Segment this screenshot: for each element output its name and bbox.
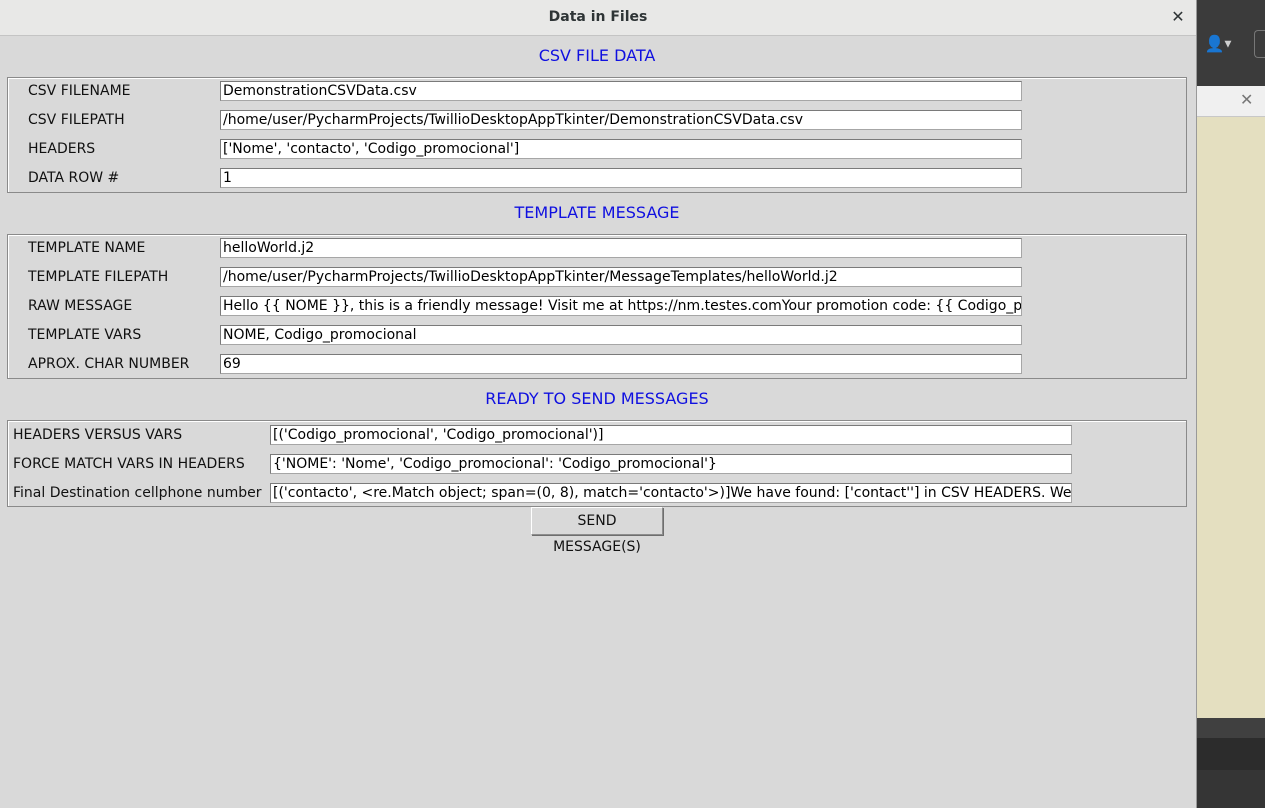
template-name-field[interactable]: helloWorld.j2 (220, 238, 1022, 258)
template-filepath-label: TEMPLATE FILEPATH (28, 269, 169, 285)
background-strip (1196, 770, 1265, 808)
csv-filepath-field[interactable]: /home/user/PycharmProjects/TwillioDeskto… (220, 110, 1022, 130)
data-in-files-dialog: Data in Files ✕ CSV FILE DATA CSV FILENA… (0, 0, 1197, 808)
force-match-label: FORCE MATCH VARS IN HEADERS (13, 456, 245, 472)
ready-section-title: READY TO SEND MESSAGES (485, 389, 709, 408)
close-icon[interactable]: ✕ (1170, 7, 1186, 27)
char-number-label: APROX. CHAR NUMBER (28, 356, 190, 372)
background-window: 👤▼ ✕ (1196, 0, 1265, 808)
csv-section-title: CSV FILE DATA (538, 46, 656, 65)
background-header-bar: 👤▼ (1196, 0, 1265, 86)
background-strip (1196, 738, 1265, 770)
csv-filename-label: CSV FILENAME (28, 83, 131, 99)
csv-filepath-label: CSV FILEPATH (28, 112, 125, 128)
raw-message-label: RAW MESSAGE (28, 298, 133, 314)
destination-number-label: Final Destination cellphone number (13, 485, 262, 501)
data-row-label: DATA ROW # (28, 170, 120, 186)
ready-frame: HEADERS VERSUS VARS [('Codigo_promociona… (7, 420, 1187, 507)
template-frame: TEMPLATE NAME helloWorld.j2 TEMPLATE FIL… (7, 234, 1187, 379)
template-filepath-field[interactable]: /home/user/PycharmProjects/TwillioDeskto… (220, 267, 1022, 287)
data-row-field[interactable]: 1 (220, 168, 1022, 188)
window-title: Data in Files (548, 9, 648, 25)
background-editor-panel: ✕ (1196, 86, 1265, 718)
char-number-field[interactable]: 69 (220, 354, 1022, 374)
send-messages-button[interactable]: SEND MESSAGE(S) (531, 507, 663, 555)
csv-frame: CSV FILENAME DemonstrationCSVData.csv CS… (7, 77, 1187, 193)
destination-number-field[interactable]: [('contacto', <re.Match object; span=(0,… (270, 483, 1072, 503)
background-strip (1196, 718, 1265, 738)
close-icon[interactable]: ✕ (1240, 90, 1254, 109)
template-name-label: TEMPLATE NAME (28, 240, 146, 256)
template-section-title: TEMPLATE MESSAGE (514, 203, 680, 222)
background-panel-header: ✕ (1196, 86, 1265, 117)
headers-versus-vars-field[interactable]: [('Codigo_promocional', 'Codigo_promocio… (270, 425, 1072, 445)
force-match-field[interactable]: {'NOME': 'Nome', 'Codigo_promocional': '… (270, 454, 1072, 474)
raw-message-field[interactable]: Hello {{ NOME }}, this is a friendly mes… (220, 296, 1022, 316)
headers-field[interactable]: ['Nome', 'contacto', 'Codigo_promocional… (220, 139, 1022, 159)
background-header-button[interactable] (1254, 30, 1265, 58)
template-vars-label: TEMPLATE VARS (28, 327, 142, 343)
headers-label: HEADERS (28, 141, 96, 157)
headers-versus-vars-label: HEADERS VERSUS VARS (13, 427, 183, 443)
user-menu-icon[interactable]: 👤▼ (1202, 32, 1234, 56)
title-bar: Data in Files ✕ (0, 0, 1196, 36)
template-vars-field[interactable]: NOME, Codigo_promocional (220, 325, 1022, 345)
csv-filename-field[interactable]: DemonstrationCSVData.csv (220, 81, 1022, 101)
